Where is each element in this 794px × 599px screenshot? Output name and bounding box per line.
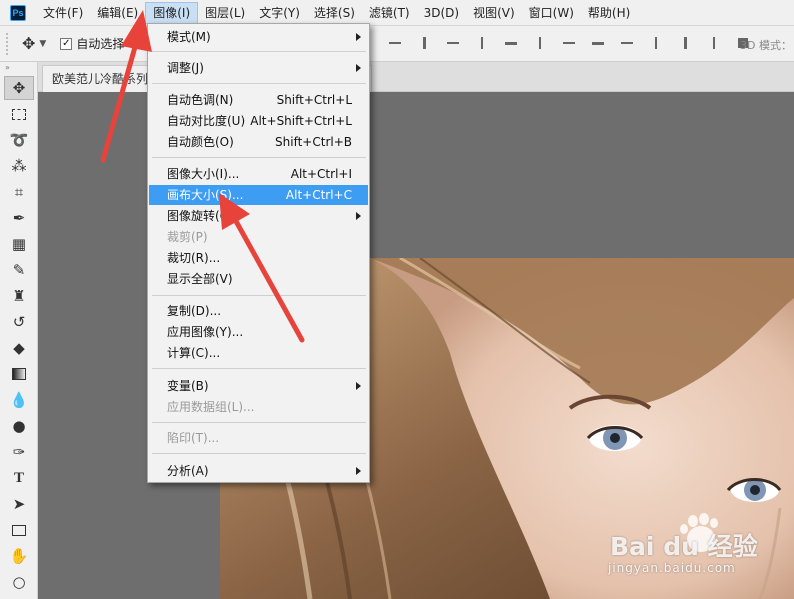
dodge-tool-icon[interactable]: ● (4, 414, 34, 438)
menu-filter[interactable]: 滤镜(T) (362, 2, 417, 24)
menu-item-apply-data-set: 应用数据组(L)... (167, 400, 255, 414)
crop-tool-icon[interactable]: ⌗ (4, 180, 34, 204)
align-distribute-group (388, 35, 750, 51)
menu-window[interactable]: 窗口(W) (522, 2, 581, 24)
history-brush-tool-icon[interactable]: ↺ (4, 310, 34, 334)
submenu-arrow-icon (356, 64, 361, 72)
menu-item-image-size[interactable]: 图像大小(I)... Alt+Ctrl+I (149, 164, 368, 184)
distribute-left-icon[interactable] (649, 35, 663, 51)
auto-select-checkbox[interactable]: ✓ (60, 37, 73, 50)
menu-item-mode[interactable]: 模式(M) (149, 27, 368, 47)
healing-brush-tool-icon[interactable]: ▦ (4, 232, 34, 256)
watermark-brand: Bai du 经验 (610, 532, 758, 561)
image-menu-dropdown: 模式(M) 调整(J) 自动色调(N) Shift+Ctrl+L 自动对比度(U)… (147, 23, 370, 483)
menu-item-canvas-size[interactable]: 画布大小(S)... Alt+Ctrl+C (149, 185, 368, 205)
watermark-url: jingyan.baidu.com (608, 561, 736, 575)
eraser-tool-icon[interactable]: ◆ (4, 336, 34, 360)
menu-separator (152, 422, 366, 423)
zoom-tool-icon[interactable]: ○ (4, 570, 34, 594)
menu-item-auto-color[interactable]: 自动颜色(O) Shift+Ctrl+B (149, 132, 368, 152)
align-top-icon[interactable] (388, 35, 402, 51)
align-right-icon[interactable] (533, 35, 547, 51)
menu-separator (152, 51, 366, 52)
baidu-watermark: Bai du 经验 jingyan.baidu.com (604, 513, 794, 599)
hand-tool-icon[interactable]: ✋ (4, 544, 34, 568)
menu-item-adjustments[interactable]: 调整(J) (149, 58, 368, 78)
menu-item-crop: 裁剪(P) (167, 230, 208, 244)
distribute-vcenter-icon[interactable] (591, 35, 605, 51)
menu-item-calculations[interactable]: 计算(C)... (149, 343, 368, 363)
menu-separator (152, 368, 366, 369)
gradient-tool-icon[interactable] (4, 362, 34, 386)
menu-separator (152, 83, 366, 84)
menu-item-reveal-all[interactable]: 显示全部(V) (149, 269, 368, 289)
menu-item-image-rotation[interactable]: 图像旋转(G) (149, 206, 368, 226)
menu-item-duplicate[interactable]: 复制(D)... (149, 301, 368, 321)
eyedropper-tool-icon[interactable]: ✒ (4, 206, 34, 230)
type-tool-icon[interactable]: T (4, 466, 34, 490)
blur-tool-icon[interactable]: 💧 (4, 388, 34, 412)
menu-item-auto-contrast[interactable]: 自动对比度(U) Alt+Shift+Ctrl+L (149, 111, 368, 131)
submenu-arrow-icon (356, 212, 361, 220)
menu-item-auto-tone[interactable]: 自动色调(N) Shift+Ctrl+L (149, 90, 368, 110)
photoshop-logo: Ps (10, 4, 26, 21)
marquee-tool-icon[interactable] (4, 102, 34, 126)
menu-bar: Ps 文件(F) 编辑(E) 图像(I) 图层(L) 文字(Y) 选择(S) 滤… (0, 0, 794, 26)
menu-file[interactable]: 文件(F) (36, 2, 90, 24)
menu-item-analysis[interactable]: 分析(A) (149, 461, 368, 481)
mode-3d-label: 3D 模式： (740, 39, 792, 52)
menu-item-apply-image[interactable]: 应用图像(Y)... (149, 322, 368, 342)
menu-edit[interactable]: 编辑(E) (90, 2, 145, 24)
tools-collapse-icon[interactable]: » (0, 62, 37, 74)
move-tool-icon[interactable]: ✥ (4, 76, 34, 100)
auto-select-label[interactable]: 自动选择 (76, 35, 124, 52)
tool-preset-chevron-down-icon[interactable]: ▼ (39, 39, 46, 49)
align-left-icon[interactable] (475, 35, 489, 51)
distribute-right-icon[interactable] (707, 35, 721, 51)
menu-3d[interactable]: 3D(D) (417, 2, 466, 24)
menu-item-variables[interactable]: 变量(B) (149, 376, 368, 396)
menu-separator (152, 453, 366, 454)
clone-stamp-tool-icon[interactable]: ♜ (4, 284, 34, 308)
distribute-top-icon[interactable] (562, 35, 576, 51)
path-selection-tool-icon[interactable]: ➤ (4, 492, 34, 516)
options-bar: ✥ ▼ ✓ 自动选择 3D 模式： (0, 26, 794, 62)
rectangle-tool-icon[interactable] (4, 518, 34, 542)
menu-layer[interactable]: 图层(L) (198, 2, 252, 24)
menu-item-trim[interactable]: 裁切(R)... (149, 248, 368, 268)
menu-item-trap: 陷印(T)... (167, 431, 220, 445)
align-vcenter-icon[interactable] (417, 35, 431, 51)
pen-tool-icon[interactable]: ✑ (4, 440, 34, 464)
lasso-tool-icon[interactable]: ➰ (4, 128, 34, 152)
distribute-bottom-icon[interactable] (620, 35, 634, 51)
submenu-arrow-icon (356, 467, 361, 475)
brush-tool-icon[interactable]: ✎ (4, 258, 34, 282)
align-hcenter-icon[interactable] (504, 35, 518, 51)
tools-panel: » ✥ ➰ ⁂ ⌗ ✒ ▦ ✎ ♜ ↺ ◆ 💧 ● ✑ T ➤ ✋ ○ (0, 62, 38, 599)
align-bottom-icon[interactable] (446, 35, 460, 51)
menu-type[interactable]: 文字(Y) (252, 2, 307, 24)
menu-view[interactable]: 视图(V) (466, 2, 522, 24)
menu-image[interactable]: 图像(I) (145, 1, 199, 24)
menu-help[interactable]: 帮助(H) (581, 2, 637, 24)
menu-separator (152, 295, 366, 296)
distribute-hcenter-icon[interactable] (678, 35, 692, 51)
menu-separator (152, 157, 366, 158)
move-tool-icon[interactable]: ✥ (22, 34, 35, 53)
menu-select[interactable]: 选择(S) (307, 2, 362, 24)
options-bar-grip[interactable] (6, 32, 12, 55)
submenu-arrow-icon (356, 33, 361, 41)
submenu-arrow-icon (356, 382, 361, 390)
magic-wand-tool-icon[interactable]: ⁂ (4, 154, 34, 178)
